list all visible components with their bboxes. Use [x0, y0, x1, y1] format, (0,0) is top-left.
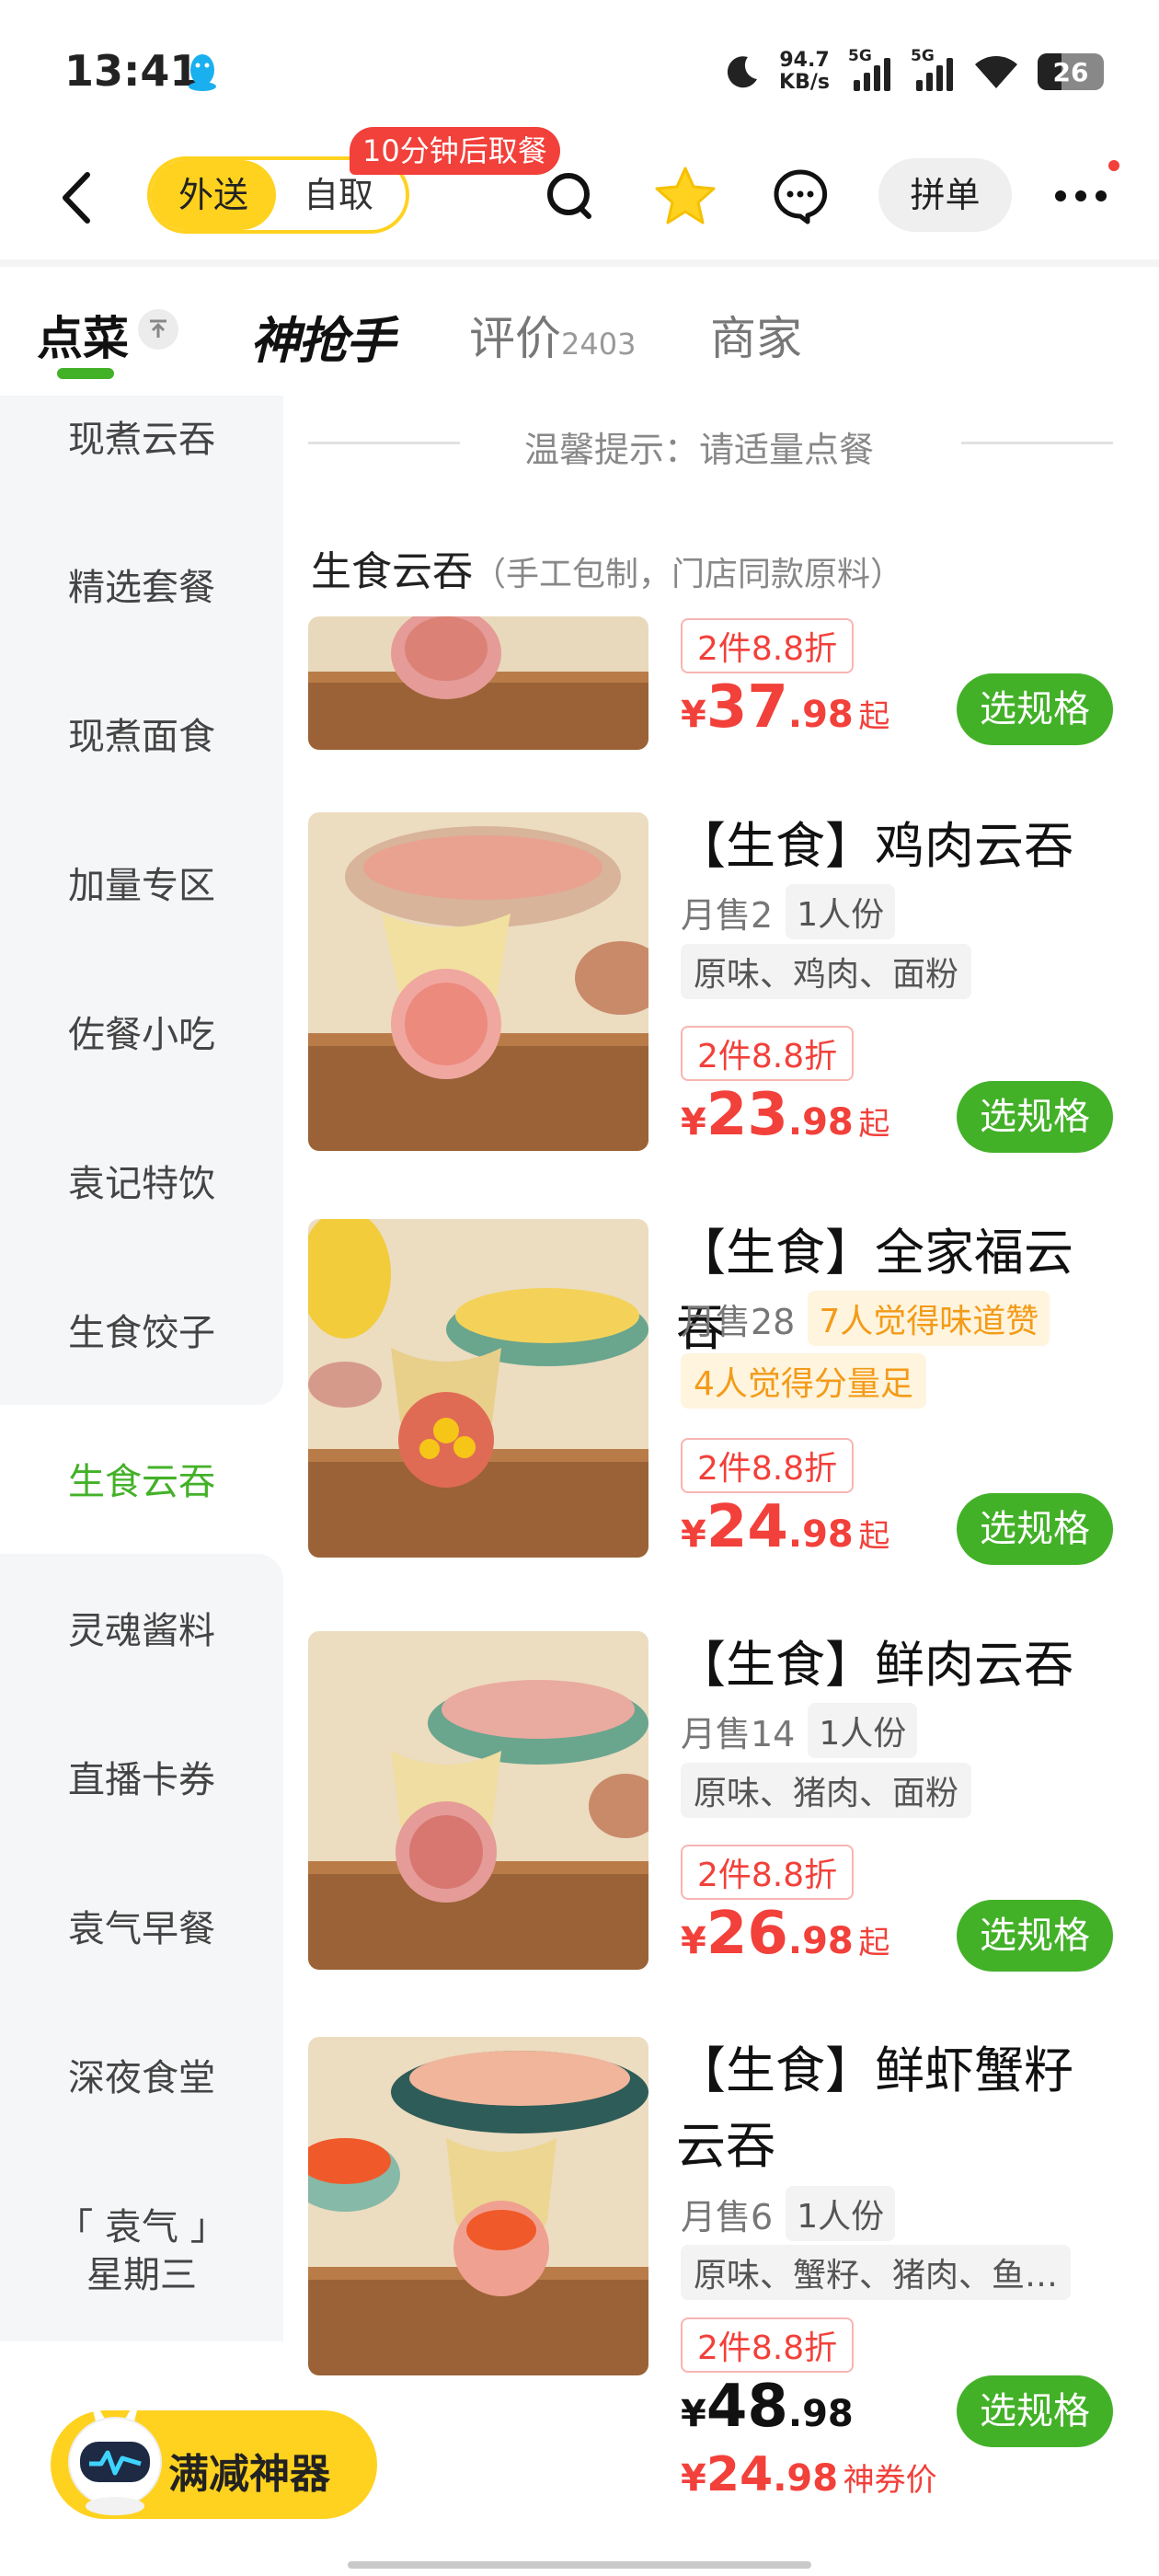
product-name: 【生食】鸡肉云吞: [676, 817, 1073, 875]
monthly-sales: 月售6: [681, 2196, 774, 2237]
home-indicator[interactable]: [348, 2561, 811, 2569]
sidebar-item-raw-dumplings[interactable]: 生食饺子: [0, 1309, 283, 1357]
product-price: ¥48.98: [681, 2373, 854, 2441]
notification-dot: [1108, 160, 1119, 171]
ingredients-tag: 原味、猪肉、面粉: [681, 1763, 972, 1818]
order-tip: 温馨提示：请适量点餐: [523, 430, 874, 470]
product-meta: 月售28 7人觉得味道赞: [681, 1291, 1050, 1346]
product-image[interactable]: [308, 1631, 648, 1970]
portion-tag: 1人份: [786, 2186, 896, 2241]
moon-icon: [727, 56, 758, 88]
tab-merchant[interactable]: 商家: [710, 302, 802, 368]
status-bar: 13:41 94.7 KB/s 5G 5G 26: [0, 0, 1159, 138]
product-price: ¥37.98 起: [681, 673, 890, 742]
active-tab-indicator: [57, 368, 114, 379]
tab-flash-deals[interactable]: 神抢手: [250, 300, 396, 373]
monthly-sales: 月售2: [681, 894, 774, 936]
tab-reviews[interactable]: 评价2403: [469, 302, 636, 368]
chat-button[interactable]: [768, 164, 832, 228]
divider: [0, 259, 1159, 267]
product-image[interactable]: [308, 616, 648, 750]
portion-badge: 4人觉得分量足: [681, 1353, 926, 1409]
coupon-price: ¥24.98 神券价: [681, 2447, 937, 2502]
pickup-time-badge: 10分钟后取餐: [350, 127, 560, 175]
taste-badge: 7人觉得味道赞: [808, 1291, 1050, 1346]
discount-tool-button[interactable]: 满减神器: [51, 2388, 377, 2519]
more-button[interactable]: [1049, 164, 1113, 228]
portion-tag: 1人份: [786, 884, 896, 939]
sidebar-item-combo[interactable]: 精选套餐: [0, 564, 283, 612]
product-meta: 月售6 1人份: [681, 2186, 896, 2241]
sidebar-item-live-coupons[interactable]: 直播卡券: [0, 1756, 283, 1804]
product-meta: 月售2 1人份: [681, 884, 896, 939]
battery-icon: 26: [1038, 53, 1104, 90]
status-time: 13:41: [64, 46, 200, 96]
store-tabs: 点菜 神抢手 评价2403 商家: [0, 276, 1159, 396]
product-price: ¥26.98 起: [681, 1900, 890, 1968]
favorite-button[interactable]: [653, 164, 717, 228]
group-order-button[interactable]: 拼单: [878, 158, 1012, 232]
sidebar-item-late-night[interactable]: 深夜食堂: [0, 2054, 283, 2102]
ingredients-tag: 原味、蟹籽、猪肉、鱼…: [681, 2245, 1072, 2300]
search-icon: [547, 173, 591, 219]
sidebar-item-sauces[interactable]: 灵魂酱料: [0, 1607, 283, 1655]
sidebar-item-drinks[interactable]: 袁记特饮: [0, 1160, 283, 1208]
qq-penguin-icon: [189, 54, 216, 91]
sidebar-item-boiled-wonton[interactable]: 现煮云吞: [0, 416, 283, 464]
product-image[interactable]: [308, 1219, 648, 1558]
favorite-star-icon: [655, 167, 716, 224]
more-icon: [1055, 190, 1107, 201]
discount-tag: 2件8.8折: [681, 1026, 855, 1081]
sidebar-item-breakfast[interactable]: 袁气早餐: [0, 1905, 283, 1953]
monthly-sales: 月售28: [681, 1301, 796, 1342]
sidebar-item-wednesday[interactable]: 「 袁气 」 星期三: [0, 2203, 283, 2299]
back-arrow-icon[interactable]: [51, 166, 106, 230]
signal-sim2-icon: 5G: [911, 47, 955, 91]
product-price: ¥23.98 起: [681, 1081, 890, 1149]
chat-icon: [774, 169, 828, 224]
discount-tag: 2件8.8折: [681, 618, 855, 673]
ingredients-tag: 原味、鸡肉、面粉: [681, 944, 972, 999]
select-spec-button[interactable]: 选规格: [957, 673, 1113, 745]
category-title: 生食云吞（手工包制，门店同款原料）: [311, 548, 904, 595]
discount-tag: 2件8.8折: [681, 2317, 855, 2373]
search-button[interactable]: [538, 164, 602, 228]
net-speed: 94.7 KB/s: [779, 49, 830, 94]
category-sidebar: 现煮云吞 精选套餐 现煮面食 加量专区 佐餐小吃 袁记特饮 生食饺子 生食云吞 …: [0, 396, 283, 2341]
select-spec-button[interactable]: 选规格: [957, 1493, 1113, 1565]
wifi-icon: [975, 56, 1017, 88]
sidebar-item-noodles[interactable]: 现煮面食: [0, 713, 283, 761]
product-name: 【生食】鲜虾蟹籽云吞: [676, 2041, 1073, 2175]
robot-mascot-icon: [68, 2388, 162, 2515]
pin-top-icon[interactable]: [138, 309, 178, 350]
sidebar-item-raw-wonton[interactable]: 生食云吞: [0, 1458, 283, 1506]
delivery-option[interactable]: 外送: [151, 160, 277, 230]
discount-tag: 2件8.8折: [681, 1438, 855, 1493]
select-spec-button[interactable]: 选规格: [957, 1081, 1113, 1153]
select-spec-button[interactable]: 选规格: [957, 2375, 1113, 2447]
product-image[interactable]: [308, 2037, 648, 2375]
product-meta: 月售14 1人份: [681, 1703, 918, 1758]
divider: [308, 442, 460, 444]
product-name: 【生食】鲜肉云吞: [676, 1636, 1073, 1694]
product-image[interactable]: [308, 812, 648, 1151]
monthly-sales: 月售14: [681, 1713, 796, 1754]
discount-tag: 2件8.8折: [681, 1845, 855, 1900]
product-price: ¥24.98 起: [681, 1493, 890, 1561]
sidebar-item-snacks[interactable]: 佐餐小吃: [0, 1011, 283, 1059]
select-spec-button[interactable]: 选规格: [957, 1900, 1113, 1972]
store-nav-bar: 外送 自取 10分钟后取餐 拼单: [0, 127, 1159, 258]
tab-order[interactable]: 点菜: [37, 302, 129, 368]
promo-label: 满减神器: [168, 2451, 330, 2498]
portion-tag: 1人份: [808, 1703, 918, 1758]
sidebar-item-large-portion[interactable]: 加量专区: [0, 862, 283, 910]
signal-sim1-icon: 5G: [848, 47, 892, 91]
divider: [961, 442, 1113, 444]
